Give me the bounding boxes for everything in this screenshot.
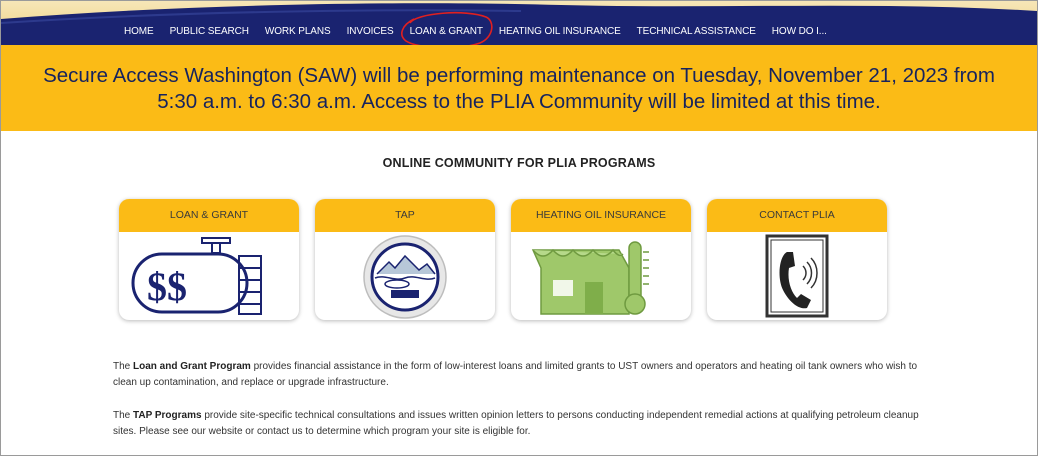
loan-grant-description: The Loan and Grant Program provides fina… (113, 359, 933, 391)
card-tap[interactable]: TAP (315, 199, 495, 320)
card-heating-oil-insurance-title: HEATING OIL INSURANCE (511, 199, 691, 232)
top-navigation: HOME PUBLIC SEARCH WORK PLANS INVOICES L… (1, 1, 1037, 45)
nav-menu: HOME PUBLIC SEARCH WORK PLANS INVOICES L… (116, 11, 835, 45)
nav-item-how-do-i[interactable]: HOW DO I... (764, 23, 835, 40)
nav-item-home[interactable]: HOME (116, 23, 162, 40)
card-loan-grant[interactable]: LOAN & GRANT $$ (119, 199, 299, 320)
nav-item-heating-oil-insurance[interactable]: HEATING OIL INSURANCE (491, 23, 629, 40)
tap-desc-prefix: The (113, 410, 134, 421)
loan-desc-prefix: The (113, 361, 134, 372)
card-loan-grant-title: LOAN & GRANT (119, 199, 299, 232)
card-loan-grant-image: $$ (119, 232, 299, 320)
card-loan-grant-icon-text: $$ (147, 264, 187, 309)
maintenance-banner: Secure Access Washington (SAW) will be p… (1, 45, 1037, 131)
tap-seal-icon (363, 235, 447, 319)
house-thermometer-icon (531, 241, 649, 315)
card-heating-oil-insurance[interactable]: HEATING OIL INSURANCE (511, 199, 691, 320)
telephone-icon (765, 234, 829, 318)
tap-description: The TAP Programs provide site-specific t… (113, 408, 933, 440)
nav-item-loan-grant[interactable]: LOAN & GRANT (400, 11, 493, 45)
card-tap-image (315, 232, 495, 320)
card-heating-oil-insurance-image (511, 232, 691, 320)
card-contact-plia-title: CONTACT PLIA (707, 199, 887, 232)
tap-desc-bold: TAP Programs (133, 410, 202, 421)
page-frame: HOME PUBLIC SEARCH WORK PLANS INVOICES L… (0, 0, 1038, 456)
banner-line-2: 5:30 a.m. to 6:30 a.m. Access to the PLI… (157, 90, 881, 113)
nav-item-technical-assistance[interactable]: TECHNICAL ASSISTANCE (629, 23, 764, 40)
card-tap-title: TAP (315, 199, 495, 232)
nav-item-work-plans[interactable]: WORK PLANS (257, 23, 339, 40)
card-contact-plia[interactable]: CONTACT PLIA (707, 199, 887, 320)
banner-line-1: Secure Access Washington (SAW) will be p… (43, 64, 995, 87)
loan-desc-bold: Loan and Grant Program (133, 361, 251, 372)
oil-tank-dollar-icon: $$ (131, 237, 262, 315)
nav-item-public-search[interactable]: PUBLIC SEARCH (162, 23, 257, 40)
card-contact-plia-image (707, 232, 887, 320)
nav-item-loan-grant-label: LOAN & GRANT (409, 26, 483, 37)
tap-desc-text: provide site-specific technical consulta… (113, 410, 919, 437)
nav-item-invoices[interactable]: INVOICES (339, 23, 402, 40)
section-title: ONLINE COMMUNITY FOR PLIA PROGRAMS (382, 156, 656, 170)
